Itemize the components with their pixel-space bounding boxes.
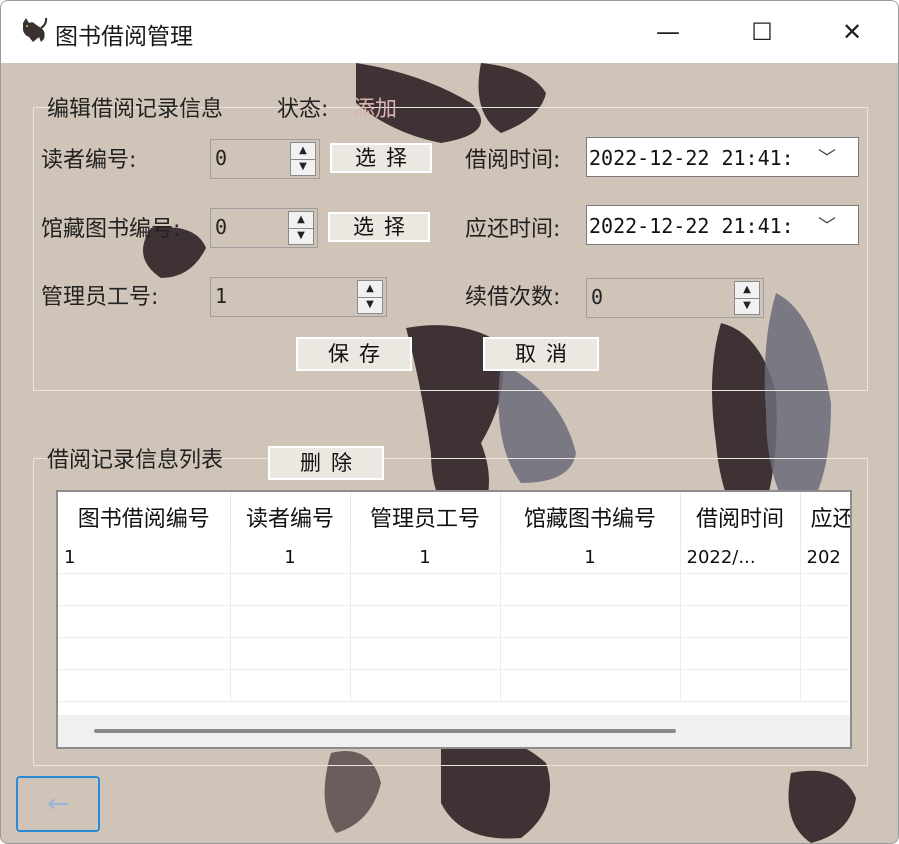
save-button[interactable]: 保存 — [296, 337, 412, 371]
reader-id-spinbox[interactable]: 0 ▲ ▼ — [210, 139, 320, 179]
book-id-spinbox[interactable]: 0 ▲ ▼ — [210, 208, 318, 248]
chevron-down-icon[interactable]: ﹀ — [818, 144, 836, 170]
client-area: 编辑借阅记录信息 状态: 添加 读者编号: 0 ▲ ▼ 选择 馆藏图书编号: 0 … — [1, 63, 898, 843]
column-header[interactable]: 读者编号 — [230, 492, 351, 542]
borrow-time-value: 2022-12-22 21:41: — [589, 146, 794, 170]
reader-id-label: 读者编号: — [41, 148, 137, 173]
select-book-button[interactable]: 选择 — [328, 212, 430, 242]
book-id-stepper[interactable]: ▲ ▼ — [288, 211, 314, 245]
cancel-button[interactable]: 取消 — [483, 337, 599, 371]
column-header[interactable]: 应还 — [800, 492, 850, 542]
edit-record-group-title: 编辑借阅记录信息 — [47, 97, 224, 122]
book-id-label: 馆藏图书编号: — [41, 217, 181, 242]
scrollbar-thumb[interactable] — [94, 729, 676, 733]
column-header[interactable]: 馆藏图书编号 — [500, 492, 681, 542]
renew-count-stepper[interactable]: ▲ ▼ — [734, 281, 760, 315]
column-header[interactable]: 借阅时间 — [680, 492, 801, 542]
arrow-left-icon: ← — [47, 789, 69, 819]
admin-id-stepper[interactable]: ▲ ▼ — [357, 280, 383, 314]
return-time-picker[interactable]: 2022-12-22 21:41: ﹀ — [586, 205, 859, 245]
stepper-up-icon[interactable]: ▲ — [358, 281, 382, 298]
table-row-empty — [58, 637, 850, 670]
table-cell[interactable]: 202 — [800, 542, 850, 574]
return-time-label: 应还时间: — [465, 217, 561, 242]
table-cell[interactable]: 1 — [230, 542, 351, 574]
stepper-down-icon[interactable]: ▼ — [289, 228, 313, 244]
stepper-down-icon[interactable]: ▼ — [291, 159, 315, 175]
borrow-time-picker[interactable]: 2022-12-22 21:41: ﹀ — [586, 137, 859, 177]
table-cell[interactable]: 1 — [58, 542, 231, 574]
renew-count-spinbox[interactable]: 0 ▲ ▼ — [586, 278, 764, 318]
renew-count-value: 0 — [591, 285, 604, 309]
table-row-empty — [58, 605, 850, 638]
table-cell[interactable]: 1 — [350, 542, 501, 574]
stepper-up-icon[interactable]: ▲ — [735, 282, 759, 299]
table-row-empty — [58, 669, 850, 702]
select-reader-button[interactable]: 选择 — [330, 143, 432, 173]
table-row-empty — [58, 573, 850, 606]
horizontal-scrollbar[interactable] — [58, 715, 850, 747]
return-time-value: 2022-12-22 21:41: — [589, 214, 794, 238]
admin-id-value: 1 — [215, 284, 228, 308]
maximize-button[interactable]: ☐ — [715, 1, 809, 63]
admin-id-label: 管理员工号: — [41, 285, 159, 310]
title-bar: 图书借阅管理 — ☐ ✕ — [1, 1, 898, 63]
renew-count-label: 续借次数: — [465, 285, 561, 310]
stepper-up-icon[interactable]: ▲ — [291, 143, 315, 160]
reader-id-value: 0 — [215, 146, 228, 170]
column-header[interactable]: 图书借阅编号 — [58, 492, 231, 542]
reader-id-stepper[interactable]: ▲ ▼ — [290, 142, 316, 176]
table-row[interactable]: 1 1 1 1 2022/... 202 — [58, 542, 850, 574]
borrow-time-label: 借阅时间: — [465, 148, 561, 173]
main-window: 图书借阅管理 — ☐ ✕ 编辑借阅记录信息 状态: 添加 读者编号: 0 ▲ ▼ … — [0, 0, 899, 844]
minimize-button[interactable]: — — [621, 1, 715, 63]
record-table[interactable]: 图书借阅编号 读者编号 管理员工号 馆藏图书编号 借阅时间 应还 1 1 1 1 — [56, 490, 852, 749]
stepper-down-icon[interactable]: ▼ — [735, 298, 759, 314]
admin-id-spinbox[interactable]: 1 ▲ ▼ — [210, 277, 387, 317]
delete-button[interactable]: 删除 — [268, 446, 384, 480]
window-title: 图书借阅管理 — [55, 24, 193, 50]
stepper-up-icon[interactable]: ▲ — [289, 212, 313, 229]
column-header[interactable]: 管理员工号 — [350, 492, 501, 542]
book-id-value: 0 — [215, 215, 228, 239]
status-value: 添加 — [353, 97, 398, 122]
record-list-group-title: 借阅记录信息列表 — [47, 448, 224, 473]
stepper-down-icon[interactable]: ▼ — [358, 297, 382, 313]
status-label: 状态: — [277, 97, 329, 122]
cat-icon — [23, 17, 48, 42]
back-button[interactable]: ← — [16, 776, 100, 832]
close-button[interactable]: ✕ — [805, 1, 898, 63]
chevron-down-icon[interactable]: ﹀ — [818, 212, 836, 238]
table-cell[interactable]: 1 — [500, 542, 681, 574]
table-cell[interactable]: 2022/... — [680, 542, 801, 574]
table-header-row: 图书借阅编号 读者编号 管理员工号 馆藏图书编号 借阅时间 应还 — [58, 492, 850, 542]
